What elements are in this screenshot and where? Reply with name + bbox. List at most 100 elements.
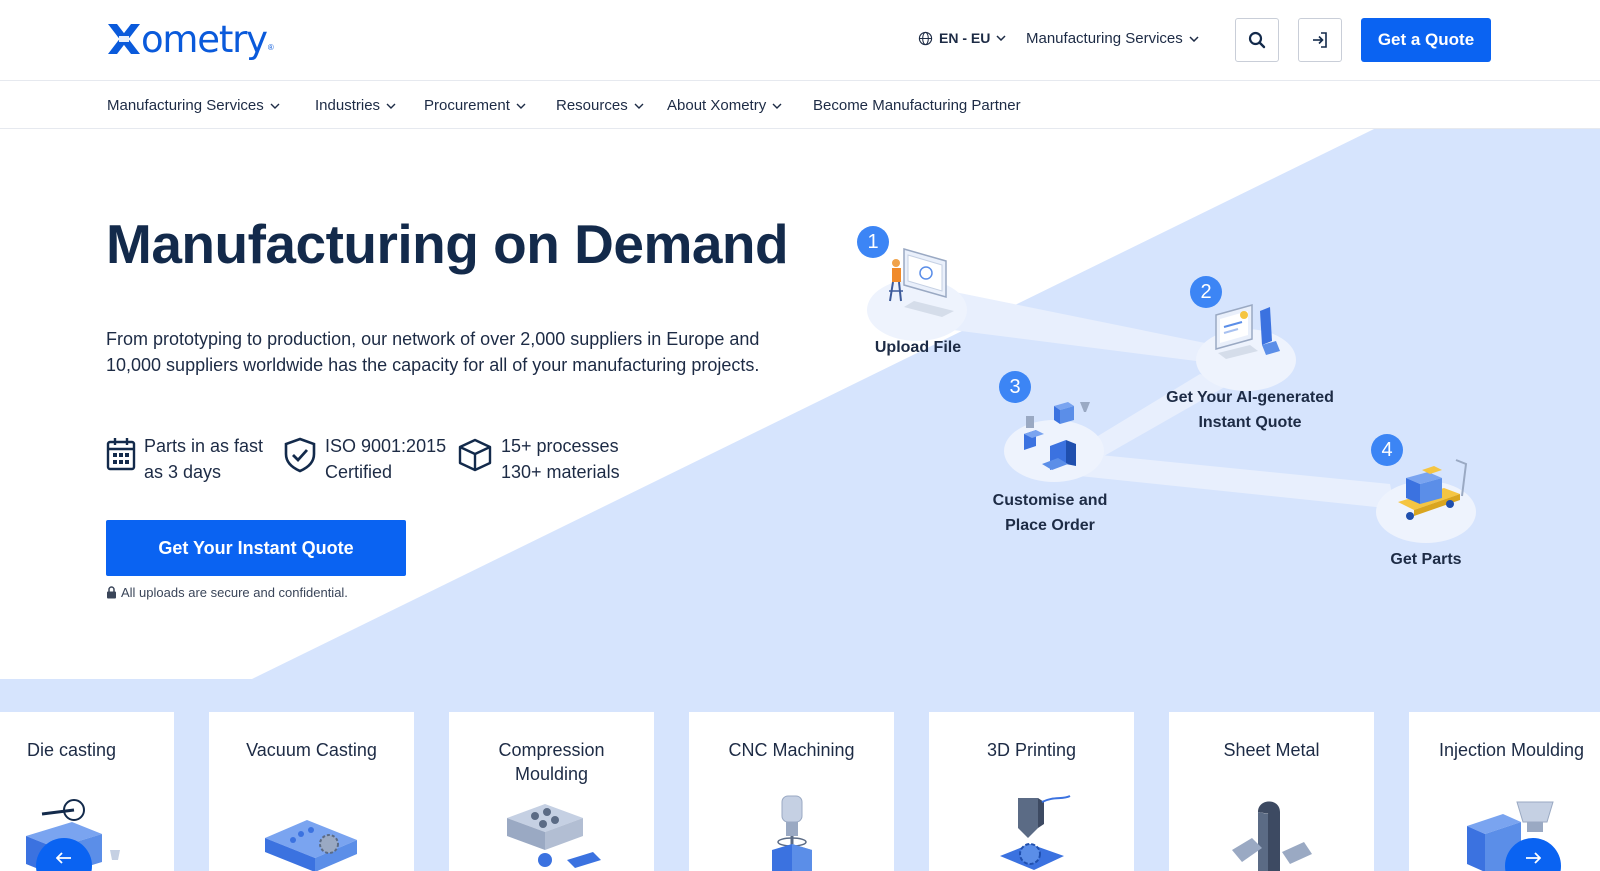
step-label-line: Get Parts xyxy=(1390,551,1462,568)
compression-moulding-illustration xyxy=(506,804,601,868)
search-button[interactable] xyxy=(1235,18,1279,62)
nav-item-become-manufacturing-partner[interactable]: Become Manufacturing Partner xyxy=(813,97,1021,114)
shield-check-icon xyxy=(284,437,316,473)
step-1-label: Upload File xyxy=(850,335,986,360)
manufacturing-services-dropdown[interactable]: Manufacturing Services xyxy=(1026,30,1199,47)
3d-printing-illustration xyxy=(999,795,1070,870)
service-card-vacuum-casting[interactable]: Vacuum Casting xyxy=(209,712,414,871)
service-title-line: Moulding xyxy=(514,764,589,784)
service-title-line: Die casting xyxy=(26,740,117,760)
feature-text: 15+ processes 130+ materials xyxy=(501,433,620,485)
service-title-line: Injection Moulding xyxy=(1438,740,1585,760)
feature-lead-time: Parts in as fast as 3 days xyxy=(106,433,263,485)
get-instant-quote-button[interactable]: Get Your Instant Quote xyxy=(106,520,406,576)
search-icon xyxy=(1248,31,1266,49)
feature-text: Parts in as fast as 3 days xyxy=(144,433,263,485)
feature-processes-materials: 15+ processes 130+ materials xyxy=(457,433,620,485)
vacuum-casting-illustration xyxy=(264,820,357,871)
service-card-title: Die casting xyxy=(0,738,174,762)
nav-item-industries[interactable]: Industries xyxy=(315,97,396,114)
service-card-sheet-metal[interactable]: Sheet Metal xyxy=(1169,712,1374,871)
cnc-machining-illustration xyxy=(771,795,812,871)
arrow-right-icon xyxy=(1526,852,1541,864)
step-label-line: Instant Quote xyxy=(1198,414,1302,431)
chevron-down-icon xyxy=(1189,35,1199,42)
step-2-badge: 2 xyxy=(1190,276,1222,308)
service-title-line: Compression xyxy=(498,740,605,760)
hero-description: From prototyping to production, our netw… xyxy=(106,326,806,378)
step-2-label: Get Your AI-generated Instant Quote xyxy=(1140,385,1360,435)
xometry-logo[interactable]: ometry ® xyxy=(106,18,274,60)
nav-item-procurement[interactable]: Procurement xyxy=(424,97,526,114)
sign-in-icon xyxy=(1313,32,1327,48)
hero-description-line: 10,000 suppliers worldwide has the capac… xyxy=(106,355,760,375)
nav-item-manufacturing-services[interactable]: Manufacturing Services xyxy=(107,97,280,114)
get-a-quote-button[interactable]: Get a Quote xyxy=(1361,18,1491,62)
manufacturing-services-label: Manufacturing Services xyxy=(1026,30,1183,47)
feature-line: Parts in as fast xyxy=(144,436,264,456)
ai-quote-illustration xyxy=(1215,304,1280,359)
nav-item-resources[interactable]: Resources xyxy=(556,97,644,114)
box-icon xyxy=(458,438,492,472)
nav-item-about-xometry[interactable]: About Xometry xyxy=(667,97,782,114)
service-card-injection-moulding[interactable]: Injection Moulding xyxy=(1409,712,1600,871)
step-label-line: Get Your AI-generated xyxy=(1166,389,1334,406)
globe-icon xyxy=(918,31,933,45)
chevron-down-icon xyxy=(386,103,396,109)
service-card-title: CNC Machining xyxy=(689,738,894,762)
lock-icon xyxy=(107,586,116,599)
service-title-line: 3D Printing xyxy=(986,740,1077,760)
nav-item-label: Industries xyxy=(315,97,381,114)
chevron-down-icon xyxy=(270,103,280,109)
step-3-label: Customise and Place Order xyxy=(960,488,1140,538)
chevron-down-icon xyxy=(996,35,1006,41)
step-4-badge: 4 xyxy=(1371,434,1403,466)
service-card-title: Sheet Metal xyxy=(1169,738,1374,762)
service-card-title: Vacuum Casting xyxy=(209,738,414,762)
step-label-line: Place Order xyxy=(1005,517,1095,534)
logo-x-mark-icon xyxy=(108,24,140,54)
upload-file-illustration xyxy=(889,248,954,317)
nav-item-label: Manufacturing Services xyxy=(107,97,264,114)
feature-line: as 3 days xyxy=(144,462,222,482)
feature-line: Certified xyxy=(325,462,393,482)
main-navigation: Manufacturing Services Industries Procur… xyxy=(0,82,1600,129)
secure-upload-text: All uploads are secure and confidential. xyxy=(121,585,348,600)
feature-line: 15+ processes xyxy=(501,436,619,456)
feature-text: ISO 9001:2015 Certified xyxy=(325,433,446,485)
services-carousel: Die casting Vacuum Casting Compression M… xyxy=(0,712,1600,871)
service-card-die-casting[interactable]: Die casting xyxy=(0,712,174,871)
service-title-line: Vacuum Casting xyxy=(246,740,377,760)
logo-wordmark: ometry xyxy=(141,17,268,61)
arrow-left-icon xyxy=(56,852,71,864)
top-header: ometry ® EN - EU Manufacturing Services … xyxy=(0,0,1600,81)
login-button[interactable] xyxy=(1298,18,1342,62)
service-card-title: Compression Moulding xyxy=(449,738,654,786)
service-card-compression-moulding[interactable]: Compression Moulding xyxy=(449,712,654,871)
language-selector[interactable]: EN - EU xyxy=(918,30,1012,46)
nav-item-label: Resources xyxy=(556,97,628,114)
service-title-line: Sheet Metal xyxy=(1223,740,1320,760)
hero-description-line: From prototyping to production, our netw… xyxy=(106,329,760,349)
chevron-down-icon xyxy=(516,103,526,109)
nav-item-label: Become Manufacturing Partner xyxy=(813,97,1021,114)
service-card-title: Injection Moulding xyxy=(1409,738,1600,762)
hero-title: Manufacturing on Demand xyxy=(106,213,789,275)
sheet-metal-illustration xyxy=(1231,801,1312,871)
service-card-3d-printing[interactable]: 3D Printing xyxy=(929,712,1134,871)
step-label-line: Customise and xyxy=(992,492,1108,509)
nav-item-label: Procurement xyxy=(424,97,510,114)
step-1-badge: 1 xyxy=(857,226,889,258)
feature-line: ISO 9001:2015 xyxy=(325,436,447,456)
calendar-icon xyxy=(106,438,136,471)
registered-mark: ® xyxy=(267,43,274,52)
chevron-down-icon xyxy=(772,103,782,109)
feature-iso-certified: ISO 9001:2015 Certified xyxy=(283,433,446,485)
step-4-label: Get Parts xyxy=(1366,547,1486,572)
feature-line: 130+ materials xyxy=(501,462,620,482)
nav-item-label: About Xometry xyxy=(667,97,767,114)
secure-upload-note: All uploads are secure and confidential. xyxy=(106,585,348,600)
customise-order-illustration xyxy=(1024,402,1090,470)
service-card-cnc-machining[interactable]: CNC Machining xyxy=(689,712,894,871)
service-title-line: CNC Machining xyxy=(728,740,855,760)
